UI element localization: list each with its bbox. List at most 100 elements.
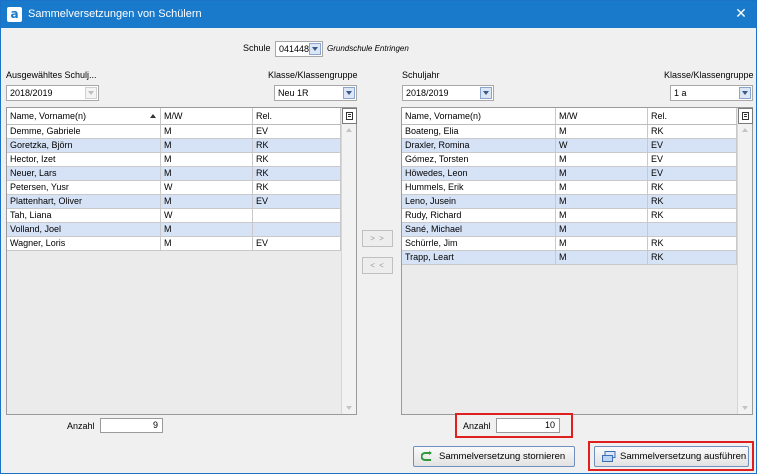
table-row[interactable]: Neuer, Lars M RK [7, 167, 341, 181]
cell-gender: M [556, 237, 648, 251]
cell-gender: M [556, 251, 648, 265]
table-row[interactable]: Leno, Jusein M RK [402, 195, 737, 209]
execute-transfer-label: Sammelversetzung ausführen [620, 451, 747, 462]
cell-gender: M [161, 125, 253, 139]
dialog-body: Schule 0414481 Grundschule Entringen Aus… [1, 28, 756, 473]
cell-name: Rudy, Richard [402, 209, 556, 223]
cell-religion: RK [253, 181, 341, 195]
cell-religion: EV [648, 167, 737, 181]
scroll-up-icon[interactable] [344, 126, 354, 134]
table-row[interactable]: Volland, Joel M [7, 223, 341, 237]
cell-religion: EV [648, 139, 737, 153]
cell-gender: M [556, 125, 648, 139]
move-left-button[interactable]: < < [362, 257, 393, 274]
cell-name: Boateng, Elia [402, 125, 556, 139]
right-year-select[interactable]: 2018/2019 [402, 85, 494, 101]
table-row[interactable]: Petersen, Yusr W RK [7, 181, 341, 195]
column-chooser-icon[interactable] [342, 108, 357, 124]
window-title: Sammelversetzungen von Schülern [28, 8, 202, 20]
chevron-down-icon [85, 87, 97, 99]
table-row[interactable]: Demme, Gabriele M EV [7, 125, 341, 139]
column-header-gender[interactable]: M/W [556, 108, 648, 124]
right-grid-header: Name, Vorname(n) M/W Rel. [402, 108, 737, 125]
cell-name: Goretzka, Björn [7, 139, 161, 153]
left-year-label: Ausgewähltes Schulj... [6, 70, 97, 80]
right-class-select[interactable]: 1 a [670, 85, 753, 101]
table-row[interactable]: Rudy, Richard M RK [402, 209, 737, 223]
cell-name: Hummels, Erik [402, 181, 556, 195]
left-class-label: Klasse/Klassengruppe [268, 70, 358, 80]
left-vertical-scrollbar[interactable] [341, 124, 356, 414]
school-label: Schule [243, 43, 271, 53]
cell-name: Volland, Joel [7, 223, 161, 237]
cell-gender: M [556, 153, 648, 167]
cell-gender: M [161, 139, 253, 153]
cell-religion: EV [253, 237, 341, 251]
chevron-down-icon[interactable] [480, 87, 492, 99]
cell-name: Petersen, Yusr [7, 181, 161, 195]
left-class-select[interactable]: Neu 1R [274, 85, 357, 101]
move-right-button[interactable]: > > [362, 230, 393, 247]
table-row[interactable]: Trapp, Leart M RK [402, 251, 737, 265]
right-student-grid[interactable]: Name, Vorname(n) M/W Rel. Boateng, Elia M… [401, 107, 753, 415]
table-row[interactable]: Wagner, Loris M EV [7, 237, 341, 251]
table-row[interactable]: Hummels, Erik M RK [402, 181, 737, 195]
table-row[interactable]: Höwedes, Leon M EV [402, 167, 737, 181]
table-row[interactable]: Hector, Izet M RK [7, 153, 341, 167]
chevron-down-icon[interactable] [739, 87, 751, 99]
column-header-gender[interactable]: M/W [161, 108, 253, 124]
column-chooser-icon[interactable] [738, 108, 753, 124]
left-year-select: 2018/2019 [6, 85, 99, 101]
table-row[interactable]: Plattenhart, Oliver M EV [7, 195, 341, 209]
cell-gender: W [161, 209, 253, 223]
table-row[interactable]: Goretzka, Björn M RK [7, 139, 341, 153]
cell-gender: M [556, 209, 648, 223]
cell-religion: RK [253, 153, 341, 167]
cell-gender: M [161, 223, 253, 237]
table-row[interactable]: Gómez, Torsten M EV [402, 153, 737, 167]
chevron-down-icon[interactable] [343, 87, 355, 99]
cell-religion: RK [648, 181, 737, 195]
cancel-transfer-button[interactable]: Sammelversetzung stornieren [413, 446, 575, 467]
left-student-grid[interactable]: Name, Vorname(n) M/W Rel. Demme, Gabriel… [6, 107, 357, 415]
cell-gender: M [556, 167, 648, 181]
cell-name: Leno, Jusein [402, 195, 556, 209]
close-button[interactable]: ✕ [726, 1, 756, 28]
execute-transfer-button[interactable]: Sammelversetzung ausführen [594, 446, 749, 467]
cell-religion: RK [253, 139, 341, 153]
cell-name: Demme, Gabriele [7, 125, 161, 139]
scroll-down-icon[interactable] [740, 404, 750, 412]
school-select[interactable]: 0414481 [275, 41, 323, 57]
cell-gender: M [161, 237, 253, 251]
cell-gender: M [161, 195, 253, 209]
cell-name: Trapp, Leart [402, 251, 556, 265]
cell-religion: EV [253, 195, 341, 209]
column-header-name[interactable]: Name, Vorname(n) [402, 108, 556, 124]
table-row[interactable]: Sané, Michael M [402, 223, 737, 237]
app-icon: a [7, 7, 22, 22]
left-count-value: 9 [100, 418, 163, 433]
cell-religion: RK [648, 195, 737, 209]
column-header-name[interactable]: Name, Vorname(n) [7, 108, 161, 124]
table-row[interactable]: Schürrle, Jim M RK [402, 237, 737, 251]
right-year-label: Schuljahr [402, 70, 440, 80]
cell-religion: RK [648, 251, 737, 265]
table-row[interactable]: Tah, Liana W [7, 209, 341, 223]
scroll-up-icon[interactable] [740, 126, 750, 134]
table-row[interactable]: Draxler, Romina W EV [402, 139, 737, 153]
right-vertical-scrollbar[interactable] [737, 124, 752, 414]
transfer-icon [602, 451, 616, 462]
school-name: Grundschule Entringen [327, 44, 409, 53]
column-header-religion[interactable]: Rel. [648, 108, 737, 124]
cell-religion [648, 223, 737, 237]
cell-name: Plattenhart, Oliver [7, 195, 161, 209]
scroll-down-icon[interactable] [344, 404, 354, 412]
cell-gender: W [556, 139, 648, 153]
column-header-religion[interactable]: Rel. [253, 108, 341, 124]
undo-icon [421, 451, 432, 461]
cell-gender: M [161, 153, 253, 167]
sort-ascending-icon [150, 114, 156, 118]
table-row[interactable]: Boateng, Elia M RK [402, 125, 737, 139]
chevron-down-icon[interactable] [309, 43, 321, 55]
cell-name: Hector, Izet [7, 153, 161, 167]
